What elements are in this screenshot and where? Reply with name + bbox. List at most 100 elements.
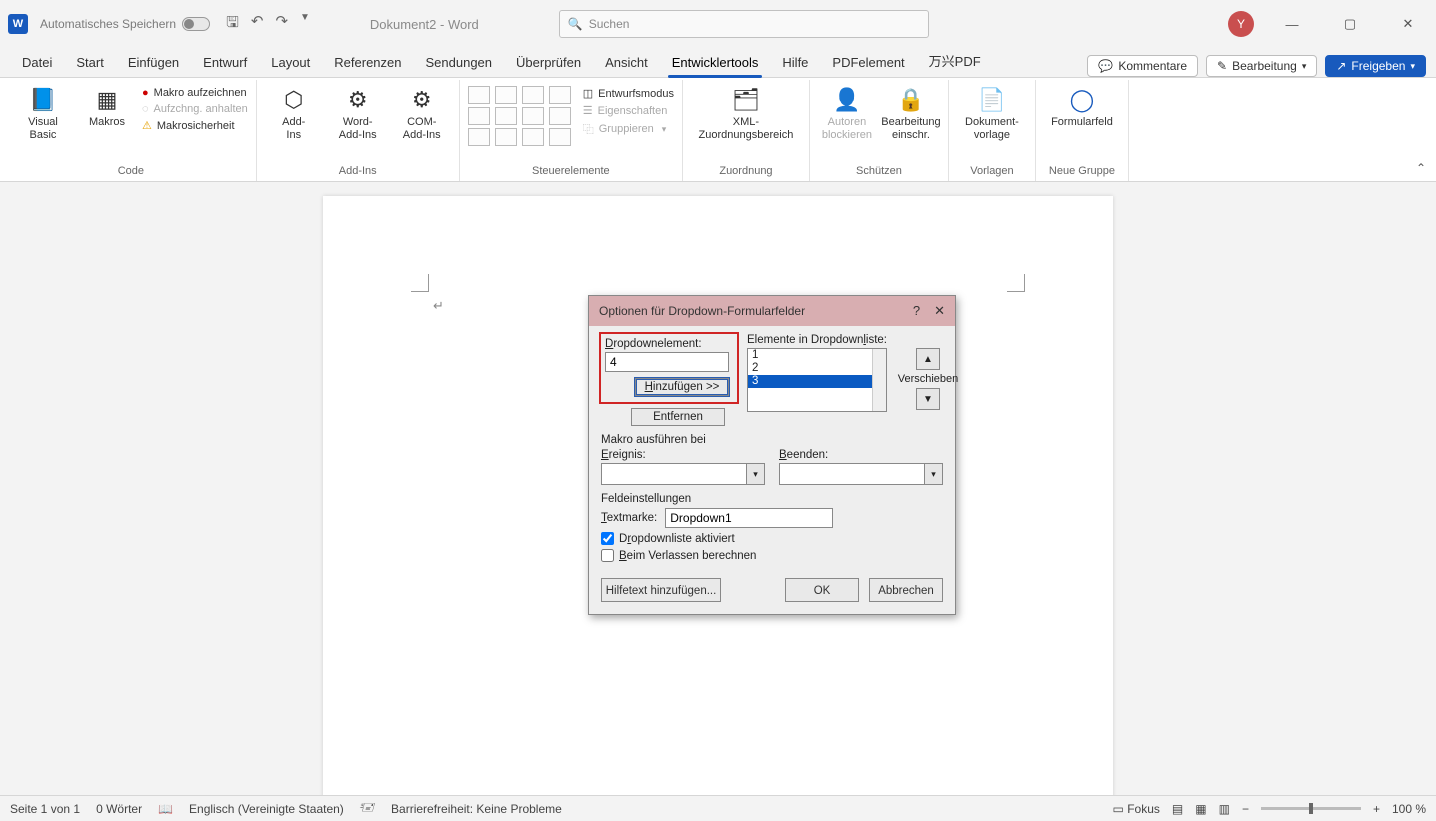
zoom-out-button[interactable]: −: [1242, 802, 1249, 816]
focus-mode-button[interactable]: ▭ Fokus: [1113, 802, 1160, 816]
makros-button[interactable]: ▦Makros: [78, 86, 136, 129]
control-cell[interactable]: [468, 107, 490, 125]
visual-basic-button[interactable]: 📘Visual Basic: [14, 86, 72, 141]
cancel-button[interactable]: Abbrechen: [869, 578, 943, 602]
window-maximize-button[interactable]: ▢: [1330, 9, 1370, 39]
zoom-in-button[interactable]: +: [1373, 802, 1380, 816]
accessibility-icon[interactable]: 🖅: [360, 798, 375, 819]
view-print-layout-button[interactable]: ▤: [1172, 802, 1183, 816]
autosave-label: Automatisches Speichern: [40, 17, 176, 31]
calc-on-exit-input[interactable]: [601, 549, 614, 562]
control-cell[interactable]: [468, 86, 490, 104]
control-cell[interactable]: [522, 128, 544, 146]
share-button[interactable]: ↗Freigeben▾: [1325, 55, 1426, 77]
search-box[interactable]: 🔍 Suchen: [559, 10, 929, 38]
dialog-titlebar[interactable]: Optionen für Dropdown-Formularfelder ? ✕: [589, 296, 955, 326]
dropdown-active-checkbox[interactable]: Dropdownliste aktiviert: [601, 532, 943, 545]
move-up-button[interactable]: ▲: [916, 348, 940, 370]
control-cell[interactable]: [549, 128, 571, 146]
formfield-button[interactable]: ◯Formularfeld: [1044, 86, 1120, 129]
view-web-layout-button[interactable]: ▥: [1219, 802, 1230, 816]
remove-button[interactable]: Entfernen: [631, 408, 725, 426]
list-item[interactable]: 2: [748, 362, 886, 375]
control-cell[interactable]: [549, 107, 571, 125]
group-code: 📘Visual Basic ▦Makros ●Makro aufzeichnen…: [6, 80, 257, 181]
exit-combo[interactable]: ▾: [779, 463, 943, 485]
save-icon[interactable]: 🖫: [226, 12, 239, 37]
word-count[interactable]: 0 Wörter: [96, 802, 142, 816]
window-minimize-button[interactable]: —: [1272, 9, 1312, 39]
scrollbar[interactable]: [872, 349, 886, 411]
control-cell[interactable]: [495, 128, 517, 146]
macro-security-label: Makrosicherheit: [157, 120, 235, 132]
tab-einfuegen[interactable]: Einfügen: [116, 49, 191, 77]
block-authors-label: Autoren blockieren: [822, 116, 872, 141]
bookmark-input[interactable]: [665, 508, 833, 528]
xml-mapping-button[interactable]: 🗂XML- Zuordnungsbereich: [691, 86, 801, 141]
status-bar: Seite 1 von 1 0 Wörter 📖 Englisch (Verei…: [0, 795, 1436, 821]
tab-referenzen[interactable]: Referenzen: [322, 49, 413, 77]
move-down-button[interactable]: ▼: [916, 388, 940, 410]
controls-gallery[interactable]: [468, 86, 571, 146]
undo-icon[interactable]: ↶: [251, 12, 264, 37]
addins-button[interactable]: ⬡Add- Ins: [265, 86, 323, 141]
tab-sendungen[interactable]: Sendungen: [414, 49, 505, 77]
tab-start[interactable]: Start: [64, 49, 115, 77]
spellcheck-icon[interactable]: 📖: [158, 802, 173, 816]
help-text-button[interactable]: Hilfetext hinzufügen...: [601, 578, 721, 602]
com-addins-button[interactable]: ⚙COM- Add-Ins: [393, 86, 451, 141]
list-item[interactable]: 3: [748, 375, 886, 388]
zoom-level[interactable]: 100 %: [1392, 802, 1426, 816]
list-item[interactable]: 1: [748, 349, 886, 362]
tab-pdfelement[interactable]: PDFelement: [820, 49, 916, 77]
view-read-mode-button[interactable]: ▦: [1195, 802, 1206, 816]
tab-hilfe[interactable]: Hilfe: [770, 49, 820, 77]
event-combo[interactable]: ▾: [601, 463, 765, 485]
ok-button[interactable]: OK: [785, 578, 859, 602]
design-mode-button[interactable]: ◫Entwurfsmodus: [583, 86, 674, 101]
tab-entwicklertools[interactable]: Entwicklertools: [660, 49, 771, 77]
tab-ueberpruefen[interactable]: Überprüfen: [504, 49, 593, 77]
autosave[interactable]: Automatisches Speichern: [40, 17, 210, 31]
tab-layout[interactable]: Layout: [259, 49, 322, 77]
language-status[interactable]: Englisch (Vereinigte Staaten): [189, 802, 344, 816]
calc-on-exit-checkbox[interactable]: Beim Verlassen berechnen: [601, 549, 943, 562]
zoom-slider-thumb[interactable]: [1309, 803, 1313, 814]
control-cell[interactable]: [522, 107, 544, 125]
dropdown-active-input[interactable]: [601, 532, 614, 545]
add-button[interactable]: Hinzufügen >>: [635, 378, 729, 396]
dialog-close-button[interactable]: ✕: [934, 303, 945, 319]
dialog-help-button[interactable]: ?: [913, 303, 920, 319]
control-cell[interactable]: [522, 86, 544, 104]
control-cell[interactable]: [549, 86, 571, 104]
collapse-ribbon-button[interactable]: ⌃: [1416, 161, 1426, 175]
zoom-slider[interactable]: [1261, 807, 1361, 810]
macro-security-button[interactable]: ⚠Makrosicherheit: [142, 118, 248, 133]
dropdown-element-input[interactable]: [605, 352, 729, 372]
window-close-button[interactable]: ✕: [1388, 9, 1428, 39]
dropdown-items-listbox[interactable]: 1 2 3: [747, 348, 887, 412]
tab-entwurf[interactable]: Entwurf: [191, 49, 259, 77]
document-template-button[interactable]: 📄Dokument- vorlage: [957, 86, 1027, 141]
accessibility-status[interactable]: Barrierefreiheit: Keine Probleme: [391, 802, 562, 816]
tab-wanxingpdf[interactable]: 万兴PDF: [917, 45, 993, 77]
qat-dropdown-icon[interactable]: ▼: [300, 12, 310, 37]
page-status[interactable]: Seite 1 von 1: [10, 802, 80, 816]
record-macro-button[interactable]: ●Makro aufzeichnen: [142, 86, 248, 100]
editing-mode-button[interactable]: ✎Bearbeitung▾: [1206, 55, 1317, 77]
search-icon: 🔍: [568, 17, 583, 31]
redo-icon[interactable]: ↷: [275, 12, 288, 37]
crop-mark-icon: [1007, 274, 1025, 292]
tab-datei[interactable]: Datei: [10, 49, 64, 77]
word-addins-button[interactable]: ⚙Word- Add-Ins: [329, 86, 387, 141]
restrict-editing-button[interactable]: 🔒Bearbeitung einschr.: [882, 86, 940, 141]
tab-ansicht[interactable]: Ansicht: [593, 49, 660, 77]
field-settings-section-label: Feldeinstellungen: [601, 493, 943, 505]
autosave-toggle[interactable]: [182, 17, 210, 31]
comments-button[interactable]: 💬Kommentare: [1087, 55, 1198, 77]
control-cell[interactable]: [468, 128, 490, 146]
document-title: Dokument2 - Word: [370, 17, 479, 32]
control-cell[interactable]: [495, 107, 517, 125]
user-avatar[interactable]: Y: [1228, 11, 1254, 37]
control-cell[interactable]: [495, 86, 517, 104]
